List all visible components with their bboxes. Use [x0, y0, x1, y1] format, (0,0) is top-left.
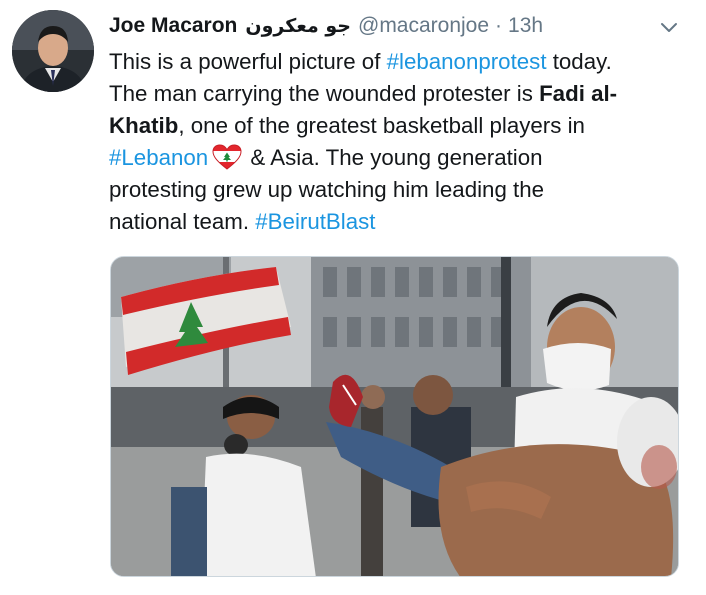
bold-name: Khatib: [109, 113, 179, 138]
tweet-line: The man carrying the wounded protester i…: [109, 78, 694, 110]
separator-dot: ·: [495, 14, 503, 37]
hashtag-lebanon[interactable]: #Lebanon: [109, 145, 208, 170]
tweet-line: protesting grew up watching him leading …: [109, 177, 545, 202]
tweet-header: Joe Macaron جو معكرون @macaronjoe · 13h: [109, 11, 676, 41]
text-fragment: , one of the greatest basketball players…: [178, 113, 585, 138]
tweet-line: national team. #BeirutBlast: [109, 206, 694, 238]
tweet-photo[interactable]: [110, 256, 679, 577]
chevron-down-icon: [661, 23, 677, 32]
tweet-card[interactable]: Joe Macaron جو معكرون @macaronjoe · 13h …: [0, 0, 706, 595]
text-fragment: & Asia. The young generation: [244, 145, 543, 170]
bold-name: Fadi al-: [539, 81, 618, 106]
tweet-line: #Lebanon & Asia. The young generation: [109, 142, 694, 174]
more-options-button[interactable]: [655, 16, 683, 40]
avatar-photo: [12, 10, 94, 92]
tweet-line: Khatib, one of the greatest basketball p…: [109, 110, 694, 142]
user-handle[interactable]: @macaronjoe: [358, 11, 489, 41]
hashtag-lebanonprotest[interactable]: #lebanonprotest: [387, 49, 547, 74]
tweet-line: This is a powerful picture of #lebanonpr…: [109, 46, 694, 78]
text-fragment: today.: [546, 49, 612, 74]
text-fragment: national team.: [109, 209, 256, 234]
display-name[interactable]: Joe Macaron: [109, 11, 237, 41]
avatar[interactable]: [12, 10, 94, 92]
text-fragment: The man carrying the wounded protester i…: [109, 81, 540, 106]
timestamp[interactable]: 13h: [508, 11, 543, 41]
display-name-arabic[interactable]: جو معكرون: [245, 11, 351, 41]
lebanon-heart-emoji: [212, 144, 242, 170]
protest-photo: [111, 257, 678, 576]
hashtag-beirutblast[interactable]: #BeirutBlast: [255, 209, 375, 234]
tweet-text: This is a powerful picture of #lebanonpr…: [109, 46, 694, 238]
text-fragment: This is a powerful picture of: [109, 49, 387, 74]
